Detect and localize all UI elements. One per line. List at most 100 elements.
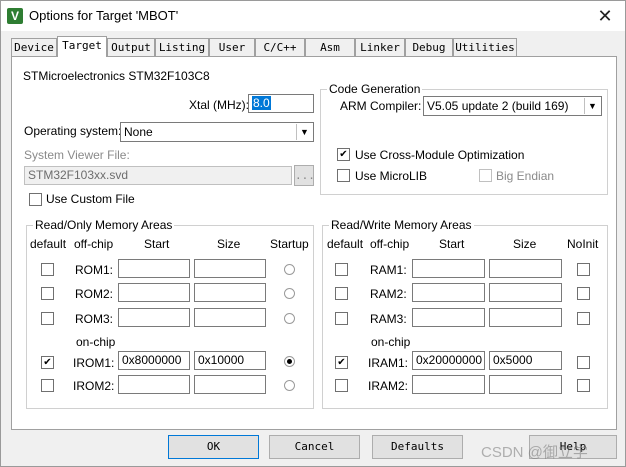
irom2-startup-radio[interactable] xyxy=(284,380,295,391)
tab-linker[interactable]: Linker xyxy=(355,38,405,56)
ok-button[interactable]: OK xyxy=(168,435,259,459)
tab-debug[interactable]: Debug xyxy=(405,38,453,56)
rw-header-offchip: off-chip xyxy=(370,237,410,251)
cross-module-checkbox[interactable]: ✔ xyxy=(337,148,350,161)
rw-header-size: Size xyxy=(513,237,537,251)
microlib-label: Use MicroLIB xyxy=(355,169,428,183)
irom1-default-checkbox[interactable]: ✔ xyxy=(41,356,54,369)
ro-onchip-label: on-chip xyxy=(76,335,116,349)
irom1-start-input[interactable]: 0x8000000 xyxy=(118,351,190,370)
ram1-default-checkbox[interactable] xyxy=(335,263,348,276)
rom3-size-input[interactable] xyxy=(194,308,266,327)
tab-user[interactable]: User xyxy=(209,38,255,56)
title-bar: V Options for Target 'MBOT' ✕ xyxy=(1,1,625,31)
ram3-label: RAM3: xyxy=(370,312,407,326)
big-endian-label: Big Endian xyxy=(496,169,555,183)
ro-header-size: Size xyxy=(217,237,241,251)
iram2-default-checkbox[interactable] xyxy=(335,379,348,392)
tab-target[interactable]: Target xyxy=(57,36,107,57)
iram2-label: IRAM2: xyxy=(368,379,409,393)
rw-header-start: Start xyxy=(439,237,465,251)
ram2-noinit-checkbox[interactable] xyxy=(577,287,590,300)
iram1-noinit-checkbox[interactable] xyxy=(577,356,590,369)
iram1-start-input[interactable]: 0x20000000 xyxy=(412,351,485,370)
irom1-label: IROM1: xyxy=(73,356,115,370)
iram1-label: IRAM1: xyxy=(368,356,409,370)
ram3-start-input[interactable] xyxy=(412,308,485,327)
ram2-label: RAM2: xyxy=(370,287,407,301)
rw-memory-legend: Read/Write Memory Areas xyxy=(329,218,474,232)
rom3-start-input[interactable] xyxy=(118,308,190,327)
big-endian-checkbox[interactable] xyxy=(479,169,492,182)
csdn-watermark: CSDN @御立学 xyxy=(481,444,588,461)
tab-output[interactable]: Output xyxy=(107,38,155,56)
ram1-noinit-checkbox[interactable] xyxy=(577,263,590,276)
compiler-select[interactable]: V5.05 update 2 (build 169) ▼ xyxy=(423,96,602,116)
ram1-start-input[interactable] xyxy=(412,259,485,278)
iram1-size-input[interactable]: 0x5000 xyxy=(489,351,562,370)
ram3-noinit-checkbox[interactable] xyxy=(577,312,590,325)
irom2-default-checkbox[interactable] xyxy=(41,379,54,392)
rom3-default-checkbox[interactable] xyxy=(41,312,54,325)
tab-c-cpp[interactable]: C/C++ xyxy=(255,38,305,56)
tab-utilities[interactable]: Utilities xyxy=(453,38,517,56)
rom2-default-checkbox[interactable] xyxy=(41,287,54,300)
irom2-start-input[interactable] xyxy=(118,375,190,394)
irom2-size-input[interactable] xyxy=(194,375,266,394)
dialog-title: Options for Target 'MBOT' xyxy=(29,8,179,23)
target-tab-panel: STMicroelectronics STM32F103C8 Xtal (MHz… xyxy=(11,56,617,430)
rom3-startup-radio[interactable] xyxy=(284,313,295,324)
ram2-default-checkbox[interactable] xyxy=(335,287,348,300)
tab-device[interactable]: Device xyxy=(11,38,57,56)
iram1-default-checkbox[interactable]: ✔ xyxy=(335,356,348,369)
close-icon[interactable]: ✕ xyxy=(593,5,617,27)
ro-memory-legend: Read/Only Memory Areas xyxy=(33,218,175,232)
irom1-startup-radio[interactable] xyxy=(284,356,295,367)
rw-header-default: default xyxy=(327,237,364,251)
code-generation-legend: Code Generation xyxy=(327,82,423,96)
rw-header-noinit: NoInit xyxy=(567,237,599,251)
sv-label: System Viewer File: xyxy=(24,148,130,162)
os-label: Operating system: xyxy=(24,124,122,138)
irom2-label: IROM2: xyxy=(73,379,115,393)
iram2-start-input[interactable] xyxy=(412,375,485,394)
sv-file-input[interactable]: STM32F103xx.svd xyxy=(24,166,292,185)
device-name: STMicroelectronics STM32F103C8 xyxy=(23,69,210,83)
rw-onchip-label: on-chip xyxy=(371,335,411,349)
rom1-default-checkbox[interactable] xyxy=(41,263,54,276)
irom1-size-input[interactable]: 0x10000 xyxy=(194,351,266,370)
os-select[interactable]: None ▼ xyxy=(120,122,314,142)
tab-asm[interactable]: Asm xyxy=(305,38,355,56)
custom-file-checkbox[interactable] xyxy=(29,193,42,206)
rom2-startup-radio[interactable] xyxy=(284,288,295,299)
xtal-input[interactable]: 8.0 xyxy=(248,94,314,113)
ram2-size-input[interactable] xyxy=(489,283,562,302)
ram2-start-input[interactable] xyxy=(412,283,485,302)
rom2-label: ROM2: xyxy=(75,287,114,301)
ro-header-offchip: off-chip xyxy=(74,237,114,251)
ro-header-start: Start xyxy=(144,237,170,251)
keil-app-icon: V xyxy=(7,8,23,24)
rom1-startup-radio[interactable] xyxy=(284,264,295,275)
iram2-noinit-checkbox[interactable] xyxy=(577,379,590,392)
tab-listing[interactable]: Listing xyxy=(155,38,209,56)
sv-browse-button[interactable]: ... xyxy=(294,165,315,186)
compiler-label: ARM Compiler: xyxy=(340,99,422,113)
ram1-size-input[interactable] xyxy=(489,259,562,278)
options-dialog: V Options for Target 'MBOT' ✕ Device Tar… xyxy=(0,0,626,467)
cancel-button[interactable]: Cancel xyxy=(269,435,360,459)
rom1-start-input[interactable] xyxy=(118,259,190,278)
rom2-start-input[interactable] xyxy=(118,283,190,302)
cross-module-label: Use Cross-Module Optimization xyxy=(355,148,525,162)
chevron-down-icon: ▼ xyxy=(584,98,600,114)
iram2-size-input[interactable] xyxy=(489,375,562,394)
ram3-size-input[interactable] xyxy=(489,308,562,327)
ro-header-startup: Startup xyxy=(270,237,309,251)
microlib-checkbox[interactable] xyxy=(337,169,350,182)
ram3-default-checkbox[interactable] xyxy=(335,312,348,325)
rom1-size-input[interactable] xyxy=(194,259,266,278)
rom2-size-input[interactable] xyxy=(194,283,266,302)
defaults-button[interactable]: Defaults xyxy=(372,435,463,459)
xtal-label: Xtal (MHz): xyxy=(189,98,249,112)
chevron-down-icon: ▼ xyxy=(296,124,312,140)
